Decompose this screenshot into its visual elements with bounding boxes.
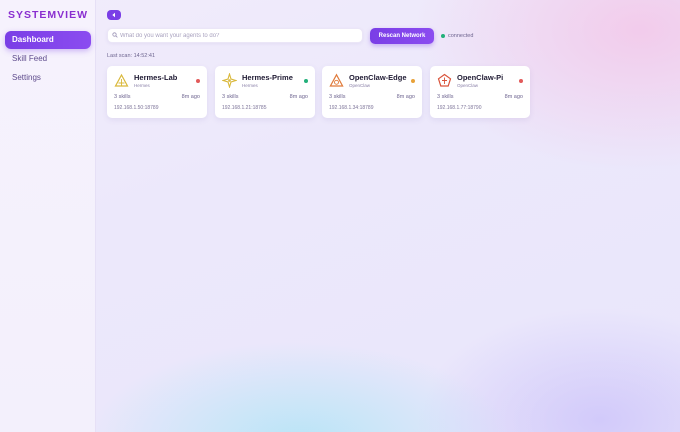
agent-card-openclaw-edge[interactable]: OpenClaw-Edge OpenClaw 3 skills 8m ago 1…: [322, 66, 422, 118]
agent-name: Hermes-Lab: [134, 73, 178, 82]
last-scan-timestamp: Last scan: 14:52:41: [107, 53, 156, 59]
sidebar-collapse-button[interactable]: [107, 10, 121, 20]
agent-card-hermes-lab[interactable]: Hermes-Lab Hermes 3 skills 8m ago 192.16…: [107, 66, 207, 118]
hermes-star-icon: [222, 73, 237, 88]
agent-name: Hermes-Prime: [242, 73, 293, 82]
agent-address: 192.168.1.77:18790: [437, 105, 482, 111]
rescan-network-button[interactable]: Rescan Network: [370, 28, 434, 44]
agent-kind: OpenClaw: [457, 83, 479, 88]
status-dot-icon: [519, 79, 523, 83]
search-bar: [107, 28, 363, 43]
status-dot-icon: [196, 79, 200, 83]
status-dot-icon: [304, 79, 308, 83]
agent-skills: 3 skills: [437, 94, 454, 100]
status-label: connected: [448, 33, 474, 39]
agent-card-openclaw-pi[interactable]: OpenClaw-Pi OpenClaw 3 skills 8m ago 192…: [430, 66, 530, 118]
openclaw-pentagon-icon: [437, 73, 452, 87]
agent-kind: Hermes: [242, 83, 258, 88]
agent-skills: 3 skills: [222, 94, 239, 100]
agent-name: OpenClaw-Edge: [349, 73, 407, 82]
search-input[interactable]: [120, 29, 358, 42]
search-icon: [112, 32, 118, 38]
status-dot-icon: [441, 34, 445, 38]
agent-card-hermes-prime[interactable]: Hermes-Prime Hermes 3 skills 8m ago 192.…: [215, 66, 315, 118]
agent-kind: Hermes: [134, 83, 150, 88]
agent-skills: 3 skills: [114, 94, 131, 100]
hermes-triangle-icon: [114, 73, 129, 87]
agent-kind: OpenClaw: [349, 83, 371, 88]
agent-last-seen: 8m ago: [396, 94, 415, 100]
openclaw-triangle-icon: [329, 73, 344, 87]
connection-status: connected: [441, 32, 473, 40]
brand-logo: SYSTEMVIEW: [8, 9, 89, 21]
sidebar: SYSTEMVIEW Dashboard Skill Feed Settings: [0, 0, 96, 432]
agent-last-seen: 8m ago: [181, 94, 200, 100]
agent-skills: 3 skills: [329, 94, 346, 100]
agent-address: 192.168.1.21:18785: [222, 105, 267, 111]
agent-last-seen: 8m ago: [504, 94, 523, 100]
agent-last-seen: 8m ago: [289, 94, 308, 100]
agent-name: OpenClaw-Pi: [457, 73, 504, 82]
status-dot-icon: [411, 79, 415, 83]
agent-address: 192.168.1.34:18789: [329, 105, 374, 111]
chevron-left-icon: [112, 12, 115, 18]
sidebar-item-skill-feed[interactable]: Skill Feed: [5, 50, 91, 68]
sidebar-item-dashboard[interactable]: Dashboard: [5, 31, 91, 49]
agent-address: 192.168.1.50:18789: [114, 105, 159, 111]
sidebar-item-settings[interactable]: Settings: [5, 69, 91, 87]
